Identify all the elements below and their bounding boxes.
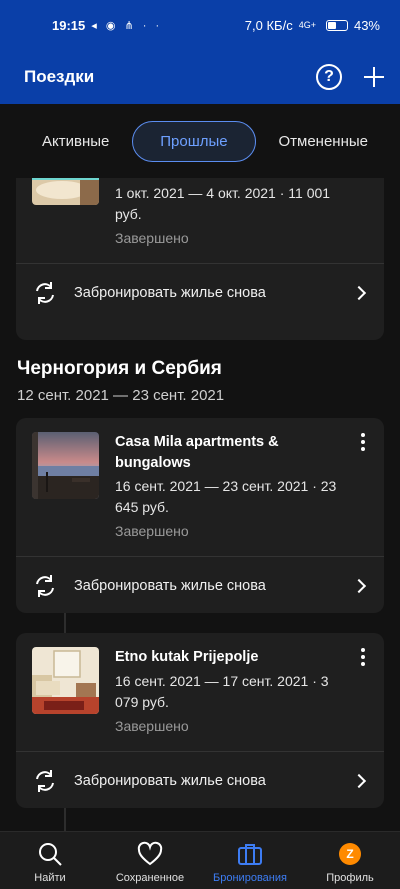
battery-percent: 43% xyxy=(353,17,380,33)
chevron-right-icon xyxy=(351,578,367,594)
tab-cancelled[interactable]: Отмененные xyxy=(256,121,390,162)
status-time: 19:15 xyxy=(52,17,86,33)
more-options-icon[interactable] xyxy=(360,433,366,451)
tab-active[interactable]: Активные xyxy=(20,121,131,162)
booking-name: Casa Mila apartments & bungalows xyxy=(115,434,279,471)
more-options-icon[interactable] xyxy=(360,648,366,666)
nav-profile[interactable]: Z Профиль xyxy=(300,832,400,889)
rebook-label: Забронировать жилье снова xyxy=(74,285,266,301)
refresh-icon xyxy=(36,282,54,304)
page-title: Поездки xyxy=(24,67,95,86)
booking-status: Завершено xyxy=(115,230,189,246)
rebook-button[interactable]: Забронировать жилье снова xyxy=(16,557,384,615)
nav-label: Сохраненное xyxy=(115,872,185,884)
timeline-line xyxy=(64,613,66,633)
booking-photo xyxy=(32,432,99,499)
add-icon[interactable] xyxy=(362,65,386,89)
avatar: Z xyxy=(339,843,361,865)
network-type: 4G+ xyxy=(298,20,316,30)
trip-tabs: Активные Прошлые Отмененные xyxy=(0,104,400,178)
booking-status: Завершено xyxy=(115,523,189,539)
status-bar: 19:15 ◂ ◉ ⋔ · · 7,0 КБ/с 4G+ 43% xyxy=(0,0,400,50)
nav-bookings[interactable]: Бронирования xyxy=(200,832,300,889)
search-icon xyxy=(39,843,62,866)
nav-label: Бронирования xyxy=(213,872,287,884)
notification-icons: ◂ ◉ ⋔ · · xyxy=(91,19,163,32)
chevron-right-icon xyxy=(351,285,367,301)
booking-card[interactable]: 1 окт. 2021 — 4 окт. 2021 · 11 001 руб. … xyxy=(16,178,384,340)
trip-title: Черногория и Сербия xyxy=(17,358,222,379)
booking-status: Завершено xyxy=(115,718,189,734)
rebook-button[interactable]: Забронировать жилье снова xyxy=(16,264,384,322)
booking-card[interactable]: Etno kutak Prijepolje 16 сент. 2021 — 17… xyxy=(16,633,384,808)
nav-label: Найти xyxy=(34,872,66,884)
nav-search[interactable]: Найти xyxy=(0,832,100,889)
nav-saved[interactable]: Сохраненное xyxy=(100,832,200,889)
booking-dates: 16 сент. 2021 — 23 сент. 2021 · 23 645 р… xyxy=(115,478,337,515)
booking-dates: 1 окт. 2021 — 4 окт. 2021 · 11 001 руб. xyxy=(115,185,331,222)
chevron-right-icon xyxy=(351,773,367,789)
booking-card[interactable]: Casa Mila apartments & bungalows 16 сент… xyxy=(16,418,384,613)
rebook-label: Забронировать жилье снова xyxy=(74,578,266,594)
bottom-nav: Найти Сохраненное Бронирования Z Профиль xyxy=(0,831,400,889)
tab-past[interactable]: Прошлые xyxy=(132,120,256,162)
battery-icon xyxy=(325,19,348,31)
booking-name: Etno kutak Prijepolje xyxy=(115,649,259,665)
help-icon[interactable]: ? xyxy=(316,64,342,90)
booking-photo xyxy=(32,178,99,205)
refresh-icon xyxy=(36,770,54,792)
refresh-icon xyxy=(36,575,54,597)
trips-list: 1 окт. 2021 — 4 окт. 2021 · 11 001 руб. … xyxy=(0,178,400,831)
trip-dates: 12 сент. 2021 — 23 сент. 2021 xyxy=(17,387,225,404)
heart-icon xyxy=(137,841,163,866)
booking-photo xyxy=(32,647,99,714)
booking-dates: 16 сент. 2021 — 17 сент. 2021 · 3 079 ру… xyxy=(115,673,329,710)
rebook-button[interactable]: Забронировать жилье снова xyxy=(16,752,384,810)
rebook-label: Забронировать жилье снова xyxy=(74,773,266,789)
timeline-line xyxy=(64,808,66,831)
briefcase-icon xyxy=(238,844,262,865)
status-right: 7,0 КБ/с 4G+ 43% xyxy=(245,18,380,33)
nav-label: Профиль xyxy=(326,872,374,884)
network-speed: 7,0 КБ/с xyxy=(244,17,293,33)
app-bar: Поездки ? xyxy=(0,50,400,104)
